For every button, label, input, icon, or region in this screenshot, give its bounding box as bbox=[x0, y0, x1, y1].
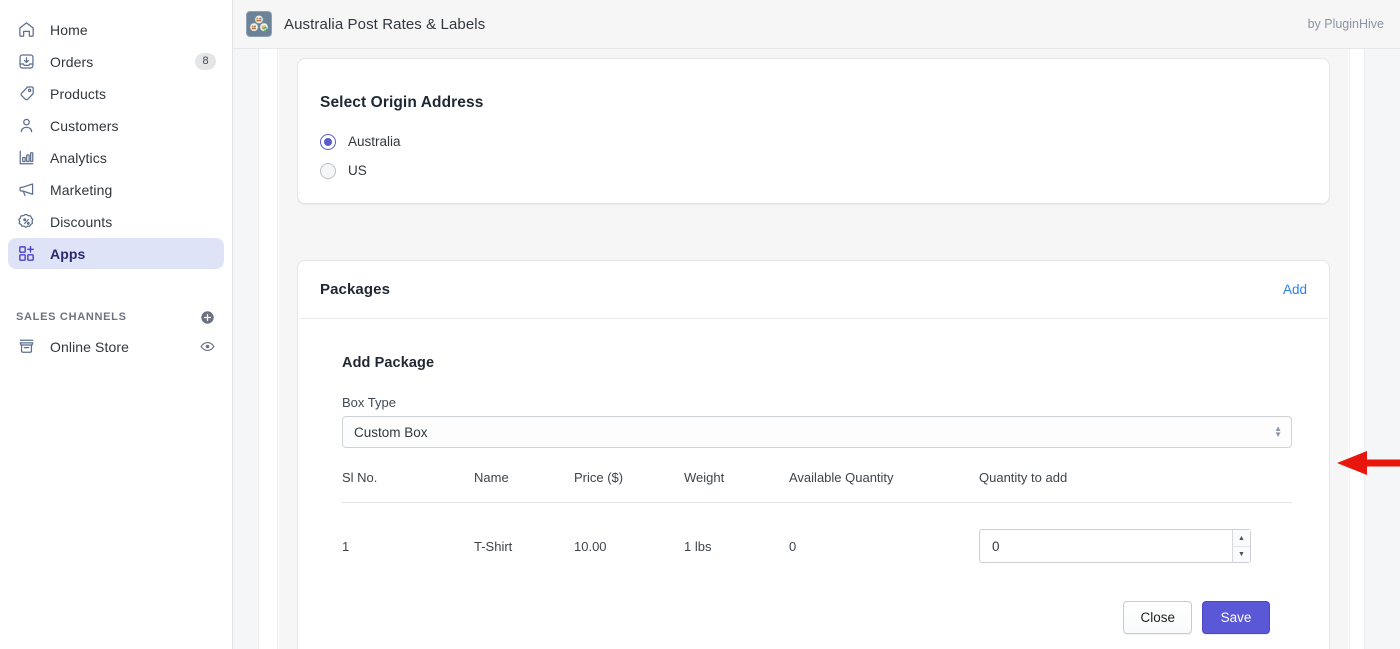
sidebar-item-online-store[interactable]: Online Store bbox=[8, 331, 224, 362]
orders-inbox-icon bbox=[16, 52, 36, 72]
packages-table-head: Sl No. Name Price ($) Weight Available Q… bbox=[342, 470, 1292, 504]
sidebar-item-products[interactable]: Products bbox=[8, 78, 224, 109]
sidebar-item-label: Discounts bbox=[50, 213, 113, 230]
spinner-down-icon[interactable]: ▼ bbox=[1233, 547, 1250, 563]
origin-address-card: Select Origin Address Australia US bbox=[297, 58, 1330, 204]
discount-percent-icon bbox=[16, 212, 36, 232]
sidebar-item-discounts[interactable]: Discounts bbox=[8, 206, 224, 237]
sidebar-item-marketing[interactable]: Marketing bbox=[8, 174, 224, 205]
cell-sl-no: 1 bbox=[342, 538, 350, 554]
frame-right-scroll-strip[interactable] bbox=[1349, 49, 1364, 649]
storefront-icon bbox=[16, 337, 36, 357]
sidebar-item-label: Orders bbox=[50, 53, 94, 70]
spinner-up-icon[interactable]: ▲ bbox=[1233, 530, 1250, 547]
app-byline: by PluginHive bbox=[1307, 17, 1384, 31]
save-button[interactable]: Save bbox=[1202, 601, 1270, 635]
main-area: Australia Post Rates & Labels by PluginH… bbox=[233, 0, 1400, 649]
sidebar-item-home[interactable]: Home bbox=[8, 14, 224, 45]
eye-icon[interactable] bbox=[198, 338, 216, 356]
sidebar-item-label: Marketing bbox=[50, 181, 113, 198]
orders-count-badge: 8 bbox=[195, 53, 216, 70]
col-weight: Weight bbox=[684, 470, 789, 504]
packages-table-body: 1 T-Shirt 10.00 1 lbs 0 0 ▲ ▼ bbox=[342, 503, 1292, 584]
col-sl-no: Sl No. bbox=[342, 470, 474, 504]
home-icon bbox=[16, 20, 36, 40]
box-type-select-wrap: Custom Box ▲ ▼ bbox=[342, 416, 1292, 449]
app-packages-icon bbox=[246, 11, 272, 37]
app-root: Home Orders 8 Products Customers Analyti… bbox=[0, 0, 1400, 649]
customer-person-icon bbox=[16, 116, 36, 136]
packages-table: Sl No. Name Price ($) Weight Available Q… bbox=[342, 470, 1292, 583]
cell-available-quantity: 0 bbox=[789, 538, 797, 554]
sales-channels-title: SALES CHANNELS bbox=[16, 311, 127, 323]
table-header-row: Sl No. Name Price ($) Weight Available Q… bbox=[342, 470, 1292, 504]
product-tag-icon bbox=[16, 84, 36, 104]
quantity-stepper-wrap: ▲ ▼ bbox=[979, 529, 1251, 564]
app-title: Australia Post Rates & Labels bbox=[284, 15, 486, 33]
app-topbar: Australia Post Rates & Labels by PluginH… bbox=[233, 0, 1400, 49]
quantity-spinner[interactable]: ▲ ▼ bbox=[1232, 530, 1250, 563]
cell-quantity-to-add: ▲ ▼ bbox=[979, 503, 1292, 584]
table-row: 1 T-Shirt 10.00 1 lbs 0 0 ▲ ▼ bbox=[342, 503, 1292, 584]
sales-channels-header: SALES CHANNELS bbox=[8, 303, 224, 331]
cell-weight: 1 lbs bbox=[684, 538, 712, 554]
sidebar-item-customers[interactable]: Customers bbox=[8, 110, 224, 141]
origin-option-australia[interactable]: Australia bbox=[320, 133, 1307, 150]
sidebar-item-label: Customers bbox=[50, 117, 119, 134]
packages-title: Packages bbox=[320, 280, 391, 298]
sidebar-item-orders[interactable]: Orders 8 bbox=[8, 46, 224, 77]
packages-card-header: Packages Add bbox=[298, 261, 1329, 318]
sidebar-item-label: Analytics bbox=[50, 149, 107, 166]
frame-left-scroll-strip[interactable] bbox=[259, 49, 278, 649]
sidebar-item-label: Apps bbox=[50, 245, 86, 262]
sidebar-item-label: Products bbox=[50, 85, 107, 102]
embedded-app-frame: Select Origin Address Australia US Packa… bbox=[233, 49, 1400, 649]
packages-card: Packages Add Add Package Box Type Custom… bbox=[297, 259, 1330, 649]
radio-label: Australia bbox=[348, 134, 401, 150]
box-type-label: Box Type bbox=[342, 395, 396, 411]
sidebar-item-label: Online Store bbox=[50, 338, 130, 355]
app-page-content: Select Origin Address Australia US Packa… bbox=[279, 49, 1348, 649]
box-type-value: Custom Box bbox=[354, 424, 428, 440]
col-price: Price ($) bbox=[574, 470, 684, 504]
col-name: Name bbox=[474, 470, 574, 504]
col-available-quantity: Available Quantity bbox=[789, 470, 979, 504]
col-quantity-to-add: Quantity to add bbox=[979, 470, 1292, 504]
quantity-to-add-input[interactable] bbox=[979, 529, 1251, 564]
marketing-megaphone-icon bbox=[16, 180, 36, 200]
sidebar-item-analytics[interactable]: Analytics bbox=[8, 142, 224, 173]
sidebar-item-label: Home bbox=[50, 21, 88, 38]
box-type-select[interactable]: Custom Box bbox=[342, 416, 1292, 449]
close-button[interactable]: Close bbox=[1123, 601, 1192, 635]
add-package-title: Add Package bbox=[342, 355, 435, 372]
origin-card-title: Select Origin Address bbox=[320, 93, 484, 111]
primary-sidebar: Home Orders 8 Products Customers Analyti… bbox=[0, 0, 233, 649]
frame-right-gutter bbox=[1364, 49, 1400, 649]
analytics-bars-icon bbox=[16, 148, 36, 168]
cell-price: 10.00 bbox=[574, 538, 607, 554]
plus-circle-icon[interactable] bbox=[198, 308, 216, 326]
apps-grid-plus-icon bbox=[16, 244, 36, 264]
add-package-link[interactable]: Add bbox=[1283, 282, 1307, 297]
sales-channels-section: SALES CHANNELS Online Store bbox=[0, 303, 232, 362]
form-actions: Close Save bbox=[342, 583, 1292, 635]
radio-label: US bbox=[348, 163, 367, 179]
frame-left-gutter bbox=[233, 49, 259, 649]
sidebar-nav-list: Home Orders 8 Products Customers Analyti… bbox=[0, 14, 232, 269]
radio-australia[interactable] bbox=[320, 133, 336, 150]
sidebar-item-apps[interactable]: Apps bbox=[8, 238, 224, 269]
radio-us[interactable] bbox=[320, 162, 336, 179]
add-package-form: Add Package Box Type Custom Box ▲ ▼ Sl N… bbox=[298, 319, 1329, 649]
cell-name: T-Shirt bbox=[474, 538, 513, 554]
origin-option-us[interactable]: US bbox=[320, 162, 1307, 179]
